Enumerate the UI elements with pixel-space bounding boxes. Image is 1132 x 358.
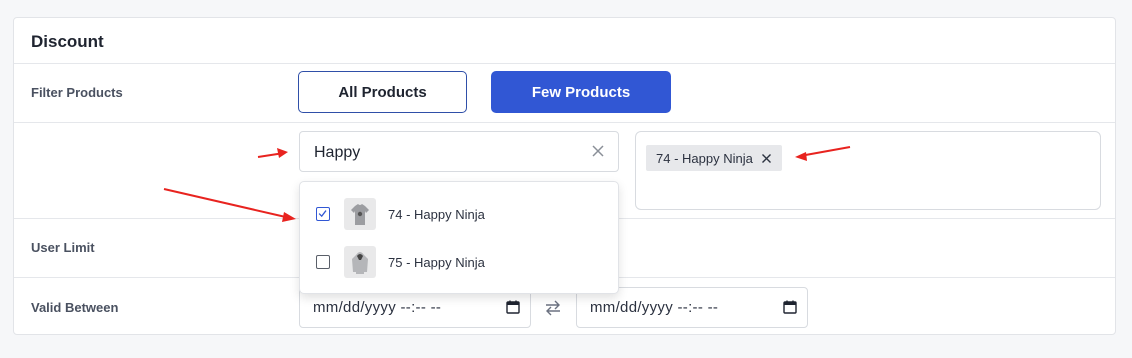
selected-product-tag: 74 - Happy Ninja bbox=[646, 145, 782, 171]
option-label: 75 - Happy Ninja bbox=[388, 254, 485, 270]
remove-tag-icon[interactable] bbox=[761, 153, 772, 164]
panel-title: Discount bbox=[31, 32, 104, 51]
start-datetime-placeholder: mm/dd/yyyy --:-- -- bbox=[313, 299, 442, 316]
tshirt-icon bbox=[351, 204, 369, 225]
calendar-icon[interactable] bbox=[783, 300, 797, 314]
end-datetime-placeholder: mm/dd/yyyy --:-- -- bbox=[590, 299, 719, 316]
discount-panel: Discount Filter Products User Limit Vali… bbox=[13, 17, 1116, 335]
tag-label: 74 - Happy Ninja bbox=[656, 150, 753, 166]
unchecked-checkbox[interactable] bbox=[316, 255, 330, 269]
product-search-field[interactable] bbox=[299, 131, 619, 173]
checkmark-icon bbox=[318, 210, 327, 218]
all-products-button[interactable]: All Products bbox=[298, 71, 467, 113]
dropdown-option[interactable]: 74 - Happy Ninja bbox=[300, 190, 618, 238]
clear-search-icon[interactable] bbox=[590, 143, 606, 159]
few-products-button[interactable]: Few Products bbox=[491, 71, 671, 113]
product-search-dropdown: 74 - Happy Ninja 75 - Happy Ninja bbox=[299, 181, 619, 294]
divider bbox=[14, 63, 1115, 64]
checked-checkbox[interactable] bbox=[316, 207, 330, 221]
divider bbox=[14, 122, 1115, 123]
valid-between-label: Valid Between bbox=[31, 300, 119, 315]
hoodie-icon bbox=[352, 252, 368, 274]
hoodie-thumbnail bbox=[344, 246, 376, 278]
calendar-icon[interactable] bbox=[506, 300, 520, 314]
dropdown-option[interactable]: 75 - Happy Ninja bbox=[300, 238, 618, 286]
product-search-input[interactable] bbox=[312, 132, 586, 173]
option-label: 74 - Happy Ninja bbox=[388, 206, 485, 222]
selected-products-box[interactable]: 74 - Happy Ninja bbox=[635, 131, 1101, 210]
filter-products-label: Filter Products bbox=[31, 85, 123, 100]
user-limit-label: User Limit bbox=[31, 240, 95, 255]
swap-arrows-icon bbox=[546, 300, 560, 316]
tshirt-thumbnail bbox=[344, 198, 376, 230]
